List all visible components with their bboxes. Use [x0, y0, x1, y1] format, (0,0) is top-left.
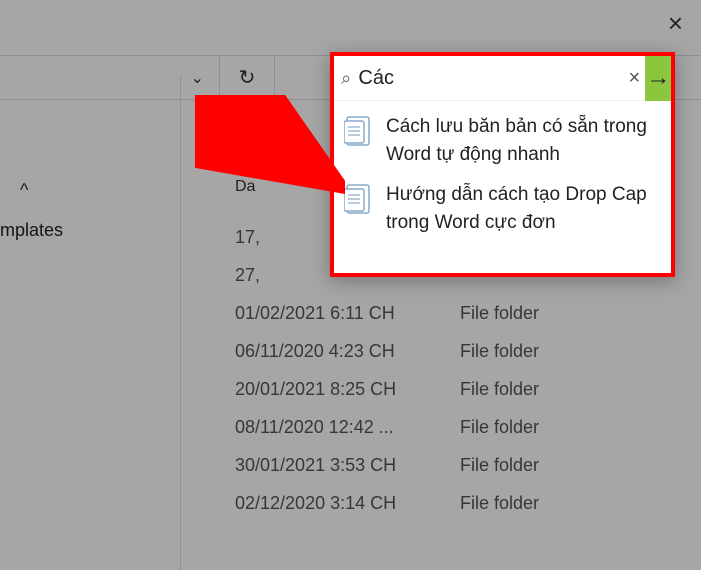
suggestion-text: Cách lưu băn bản có sẵn trong Word tự độ… [386, 113, 661, 169]
sidebar-item-templates[interactable]: mplates [0, 210, 180, 251]
date-cell: 06/11/2020 4:23 CH [235, 341, 460, 362]
word-document-icon [344, 115, 374, 149]
date-cell: 30/01/2021 3:53 CH [235, 455, 460, 476]
table-row[interactable]: 01/02/2021 6:11 CH File folder [235, 294, 681, 332]
search-suggestions: Cách lưu băn bản có sẵn trong Word tự độ… [334, 101, 671, 249]
suggestion-text: Hướng dẫn cách tạo Drop Cap trong Word c… [386, 181, 661, 237]
table-row[interactable]: 20/01/2021 8:25 CH File folder [235, 370, 681, 408]
search-go-button[interactable]: → [645, 56, 671, 101]
chevron-down-icon: ⌄ [191, 68, 204, 88]
search-suggestion-item[interactable]: Hướng dẫn cách tạo Drop Cap trong Word c… [334, 175, 671, 243]
date-cell: 08/11/2020 12:42 ... [235, 417, 460, 438]
type-cell: File folder [460, 379, 610, 400]
table-row[interactable]: 30/01/2021 3:53 CH File folder [235, 446, 681, 484]
path-box[interactable]: ⌄ [0, 55, 220, 100]
search-popup: ⌕ × → Cách lưu băn bản có sẵn trong Word… [330, 52, 675, 277]
type-cell: File folder [460, 493, 610, 514]
date-cell: 20/01/2021 8:25 CH [235, 379, 460, 400]
sidebar-list: mplates [0, 210, 180, 251]
type-cell: File folder [460, 303, 610, 324]
close-button[interactable]: × [668, 8, 683, 39]
table-row[interactable]: 02/12/2020 3:14 CH File folder [235, 484, 681, 522]
search-input[interactable] [358, 67, 623, 90]
type-cell: File folder [460, 455, 610, 476]
date-cell: 02/12/2020 3:14 CH [235, 493, 460, 514]
date-cell: 01/02/2021 6:11 CH [235, 303, 460, 324]
type-cell: File folder [460, 341, 610, 362]
clear-search-button[interactable]: × [623, 67, 645, 90]
date-column-header[interactable]: Da [235, 178, 255, 196]
word-document-icon [344, 183, 374, 217]
search-bar: ⌕ × → [334, 56, 671, 101]
search-suggestion-item[interactable]: Cách lưu băn bản có sẵn trong Word tự độ… [334, 107, 671, 175]
table-row[interactable]: 06/11/2020 4:23 CH File folder [235, 332, 681, 370]
search-icon: ⌕ [334, 68, 358, 89]
table-row[interactable]: 08/11/2020 12:42 ... File folder [235, 408, 681, 446]
type-cell: File folder [460, 417, 610, 438]
refresh-button[interactable]: ↻ [220, 55, 275, 100]
